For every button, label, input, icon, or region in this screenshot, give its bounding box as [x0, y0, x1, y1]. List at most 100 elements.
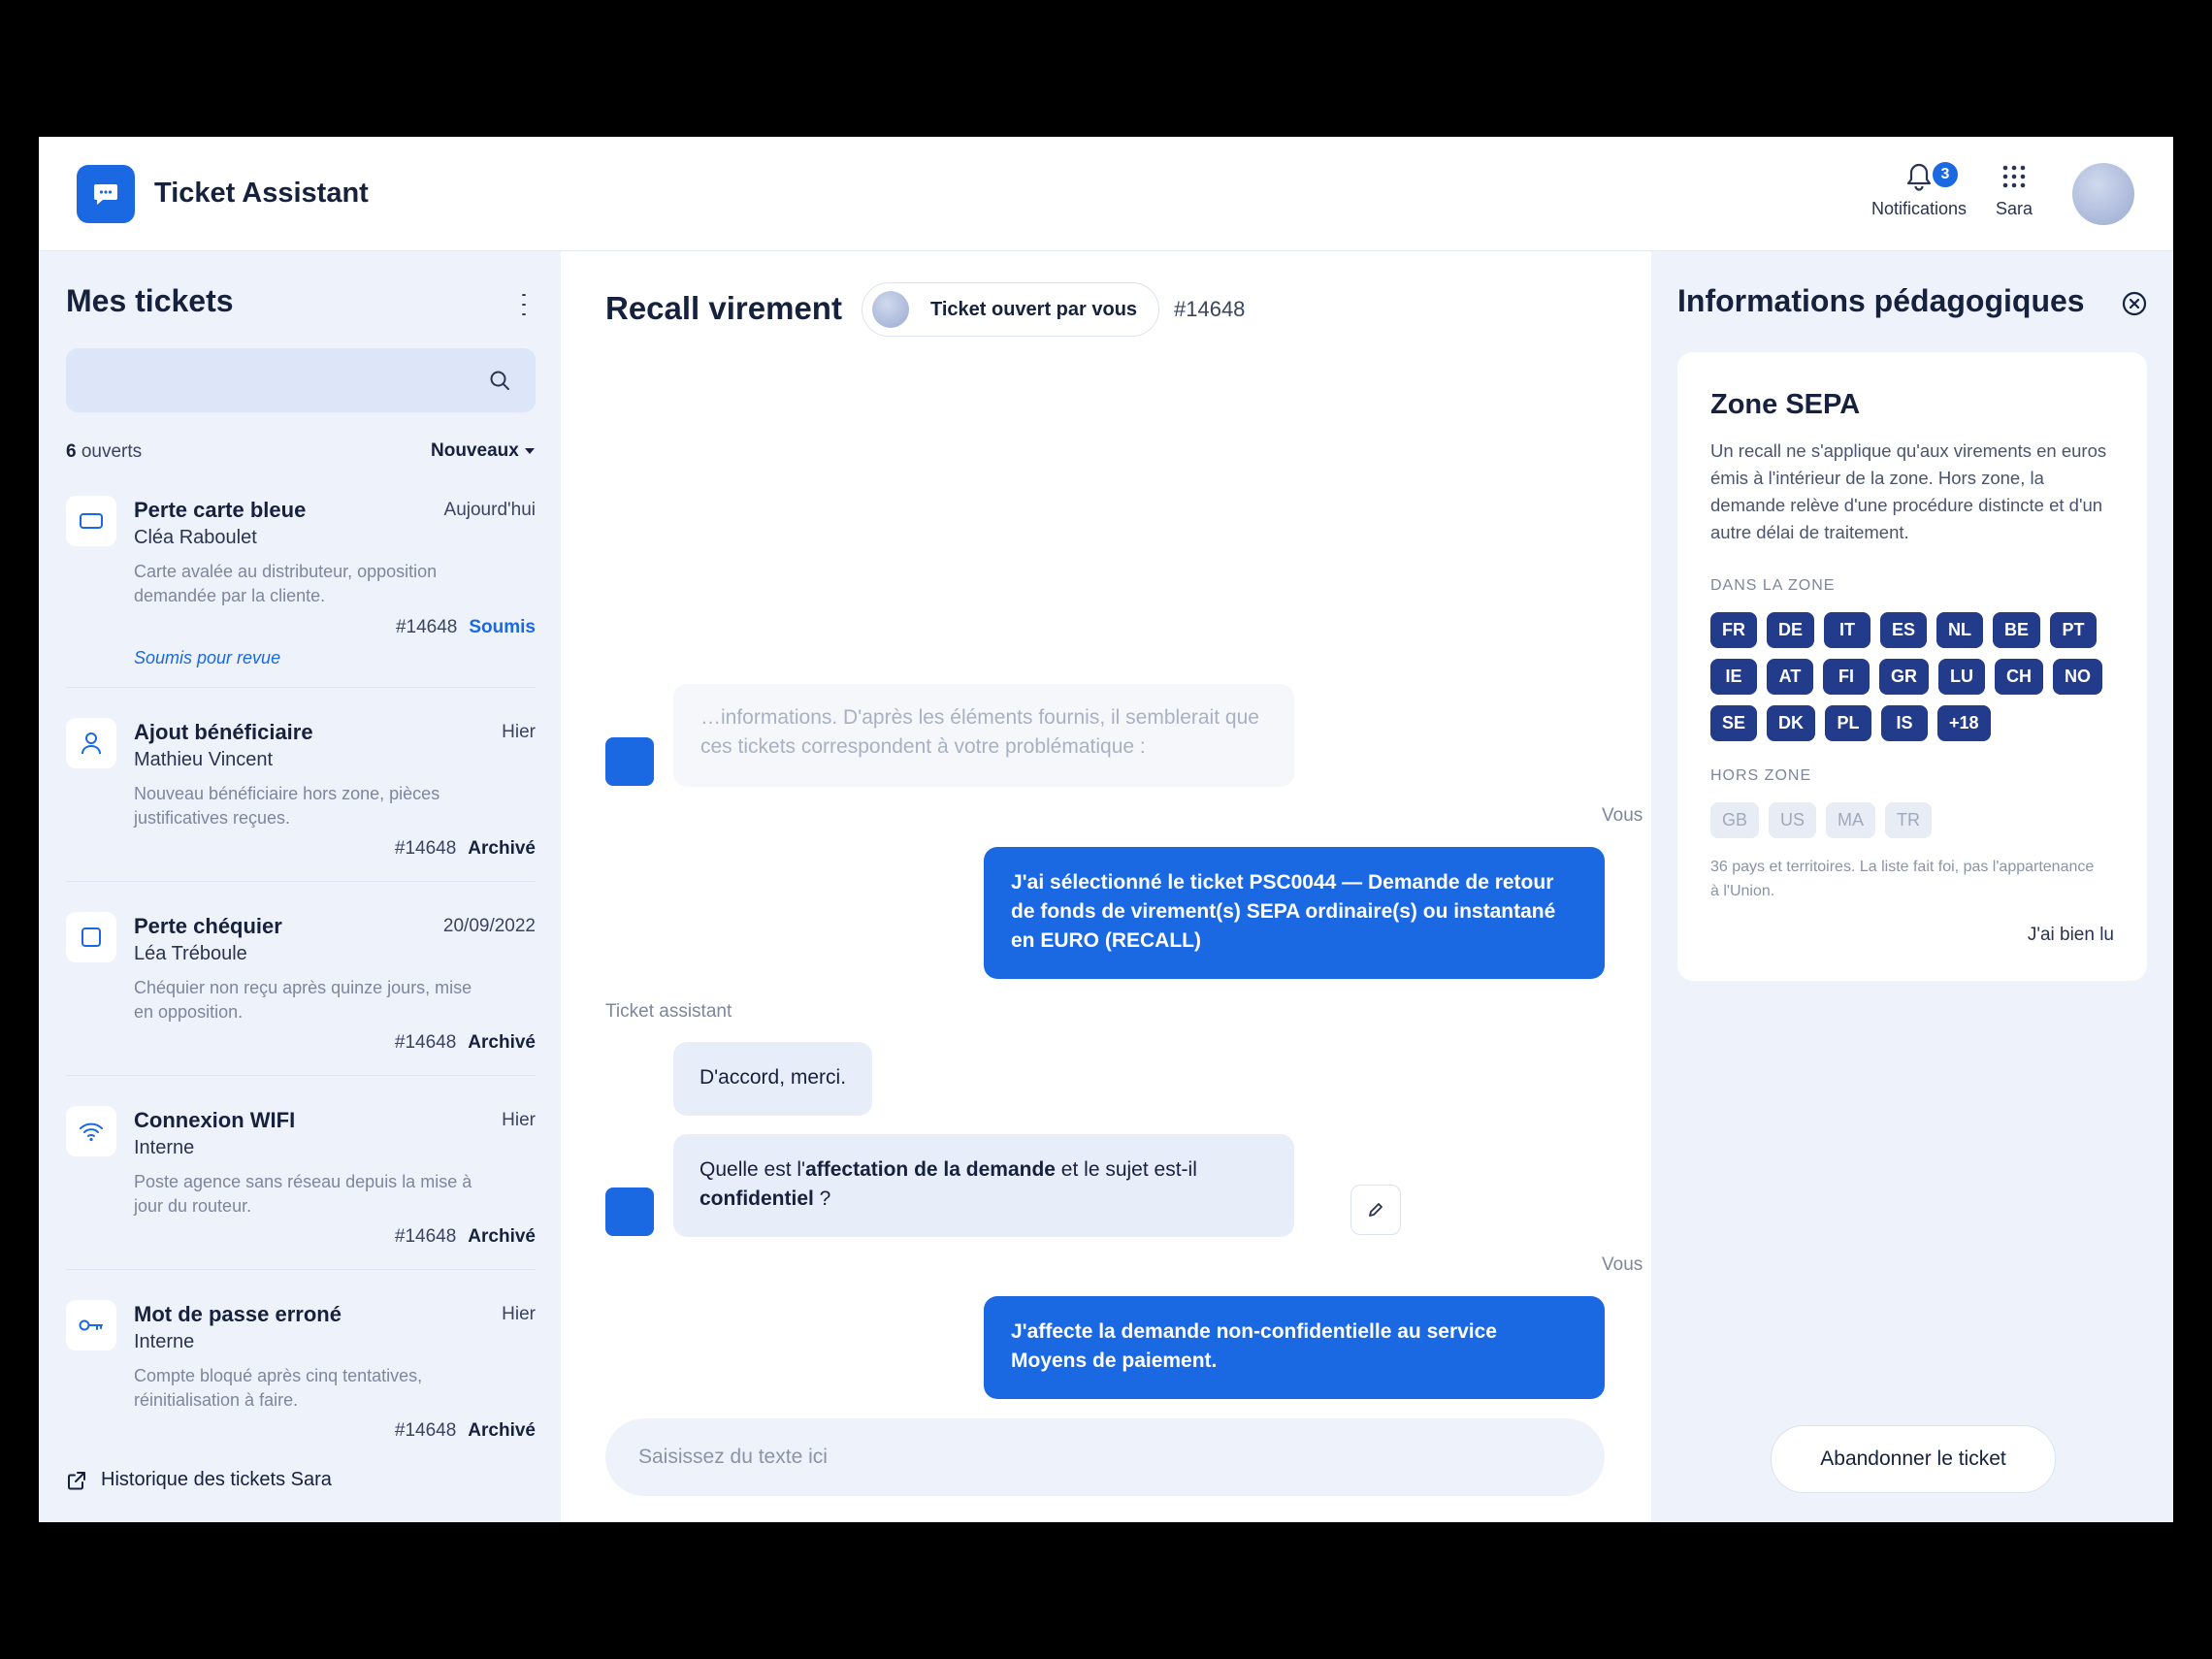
ticket-owner-label: Ticket ouvert par vous	[930, 298, 1138, 320]
question-text: et le sujet est-il	[1055, 1158, 1197, 1181]
pencil-icon	[1369, 1203, 1382, 1217]
ticket-status: Archivé	[468, 838, 536, 859]
in-zone-label: DANS LA ZONE	[1710, 577, 1836, 594]
notification-count-badge: 3	[1931, 160, 1960, 189]
open-count-number: 6	[66, 441, 77, 462]
country-chip: ES	[1880, 612, 1928, 648]
notifications-button[interactable]: 3 Notifications	[1847, 158, 1991, 219]
ticket-requester: Léa Tréboule	[134, 943, 247, 964]
ticket-status: Archivé	[468, 1032, 536, 1053]
sort-dropdown[interactable]: Nouveaux	[431, 440, 535, 462]
search-icon[interactable]	[489, 370, 510, 396]
ticket-item[interactable]: Perte carte bleue Aujourd'hui Cléa Rabou…	[66, 496, 536, 688]
open-count-label: ouverts	[76, 441, 143, 462]
country-chip: NO	[2053, 659, 2102, 695]
wifi-icon	[66, 1106, 116, 1156]
country-chip: AT	[1767, 659, 1813, 695]
country-chip: NL	[1936, 612, 1984, 648]
sort-label: Nouveaux	[431, 440, 519, 461]
country-chip: FI	[1823, 659, 1870, 695]
ticket-requester: Interne	[134, 1331, 195, 1352]
country-chip: IE	[1710, 659, 1757, 695]
ticket-history-link[interactable]: Historique des tickets Sara	[66, 1469, 332, 1491]
question-text: ?	[813, 1187, 831, 1210]
ticket-description: Chéquier non reçu après quinze jours, mi…	[134, 978, 472, 1022]
country-chip: IT	[1824, 612, 1871, 648]
ticket-requester: Interne	[134, 1137, 195, 1158]
out-zone-label: HORS ZONE	[1710, 767, 1812, 784]
country-chip: DE	[1767, 612, 1815, 648]
ticket-description: Carte avalée au distributeur, opposition…	[134, 562, 438, 605]
sender-label: Vous	[1602, 805, 1643, 826]
sender-label: Vous	[1602, 1254, 1643, 1275]
ticket-date: Hier	[502, 1304, 536, 1324]
country-chip: PL	[1825, 705, 1872, 741]
ticket-number: #14648	[394, 1226, 457, 1247]
key-icon	[66, 1300, 116, 1350]
assistant-avatar	[605, 737, 654, 786]
tickets-sidebar: Mes tickets 6 ouverts Nouveaux Perte car…	[39, 251, 561, 1522]
card-note: 36 pays et territoires. La liste fait fo…	[1710, 859, 2095, 899]
ticket-requester: Mathieu Vincent	[134, 749, 274, 770]
ticket-date: Hier	[502, 1110, 536, 1130]
abandon-ticket-button[interactable]: Abandonner le ticket	[1771, 1425, 2056, 1493]
assistant-avatar	[605, 1187, 654, 1236]
country-chip: MA	[1826, 802, 1876, 838]
ticket-item[interactable]: Connexion WIFI Hier Interne Poste agence…	[66, 1106, 536, 1270]
ticket-history-label: Historique des tickets Sara	[101, 1469, 332, 1490]
ticket-number: #14648	[1174, 297, 1246, 321]
grid-icon	[1991, 158, 2037, 195]
message-input[interactable]	[605, 1418, 1605, 1496]
ticket-description: Compte bloqué après cinq tentatives, réi…	[134, 1366, 423, 1410]
card-title: Zone SEPA	[1710, 389, 1861, 420]
close-icon[interactable]	[2121, 290, 2148, 322]
checkbook-icon	[66, 912, 116, 962]
card-icon	[66, 496, 116, 546]
ticket-status: Archivé	[468, 1226, 536, 1247]
country-chip: CH	[1995, 659, 2043, 695]
info-card: Zone SEPA Un recall ne s'applique qu'aux…	[1677, 352, 2147, 981]
ticket-owner-pill[interactable]: Ticket ouvert par vous	[862, 282, 1160, 337]
ticket-title: Connexion WIFI	[134, 1108, 296, 1132]
country-chip: IS	[1881, 705, 1929, 741]
more-options-icon[interactable]	[514, 290, 534, 319]
edit-button[interactable]	[1350, 1185, 1401, 1235]
apps-label: Sara	[1995, 199, 2033, 218]
user-icon	[66, 718, 116, 768]
ticket-requester: Cléa Raboulet	[134, 527, 257, 548]
external-link-icon	[68, 1471, 85, 1489]
chat-panel: Recall virement Ticket ouvert par vous #…	[561, 251, 1651, 1522]
chevron-down-icon	[524, 447, 535, 454]
assistant-message: …informations. D'après les éléments four…	[673, 684, 1294, 787]
ticket-title: Perte carte bleue	[134, 498, 307, 522]
country-chip: FR	[1710, 612, 1757, 648]
country-chip: LU	[1938, 659, 1985, 695]
ticket-status: Archivé	[468, 1420, 536, 1441]
ticket-description: Poste agence sans réseau depuis la mise …	[134, 1172, 472, 1216]
ticket-item[interactable]: Mot de passe erroné Hier Interne Compte …	[66, 1300, 536, 1446]
user-avatar[interactable]	[2072, 163, 2134, 225]
country-chip: +18	[1937, 705, 1991, 741]
chat-logo-icon[interactable]	[77, 165, 135, 223]
acknowledge-link[interactable]: J'ai bien lu	[2028, 925, 2114, 946]
app-title: Ticket Assistant	[154, 178, 369, 209]
country-chip: TR	[1885, 802, 1933, 838]
ticket-meta: #14648 Archivé	[395, 1032, 536, 1054]
ticket-item[interactable]: Perte chéquier 20/09/2022 Léa Tréboule C…	[66, 912, 536, 1076]
ticket-title: Perte chéquier	[134, 914, 282, 938]
notifications-label: Notifications	[1870, 199, 1968, 218]
apps-button[interactable]: Sara	[1991, 158, 2037, 219]
ticket-number: #14648	[394, 1420, 457, 1441]
ticket-review-note: Soumis pour revue	[134, 648, 281, 667]
ticket-search-input[interactable]	[66, 348, 536, 412]
assistant-question: Quelle est l'affectation de la demande e…	[673, 1134, 1294, 1237]
country-chip: SE	[1710, 705, 1758, 741]
ticket-number: #14648	[394, 1032, 457, 1053]
ticket-title: Mot de passe erroné	[134, 1302, 342, 1326]
ticket-title: Ajout bénéficiaire	[134, 720, 313, 744]
ticket-item[interactable]: Ajout bénéficiaire Hier Mathieu Vincent …	[66, 718, 536, 882]
ticket-description: Nouveau bénéficiaire hors zone, pièces j…	[134, 784, 440, 828]
ticket-number: #14648	[395, 617, 458, 637]
card-intro: Un recall ne s'applique qu'aux virements…	[1710, 440, 2107, 542]
question-emphasis: confidentiel	[699, 1187, 814, 1210]
